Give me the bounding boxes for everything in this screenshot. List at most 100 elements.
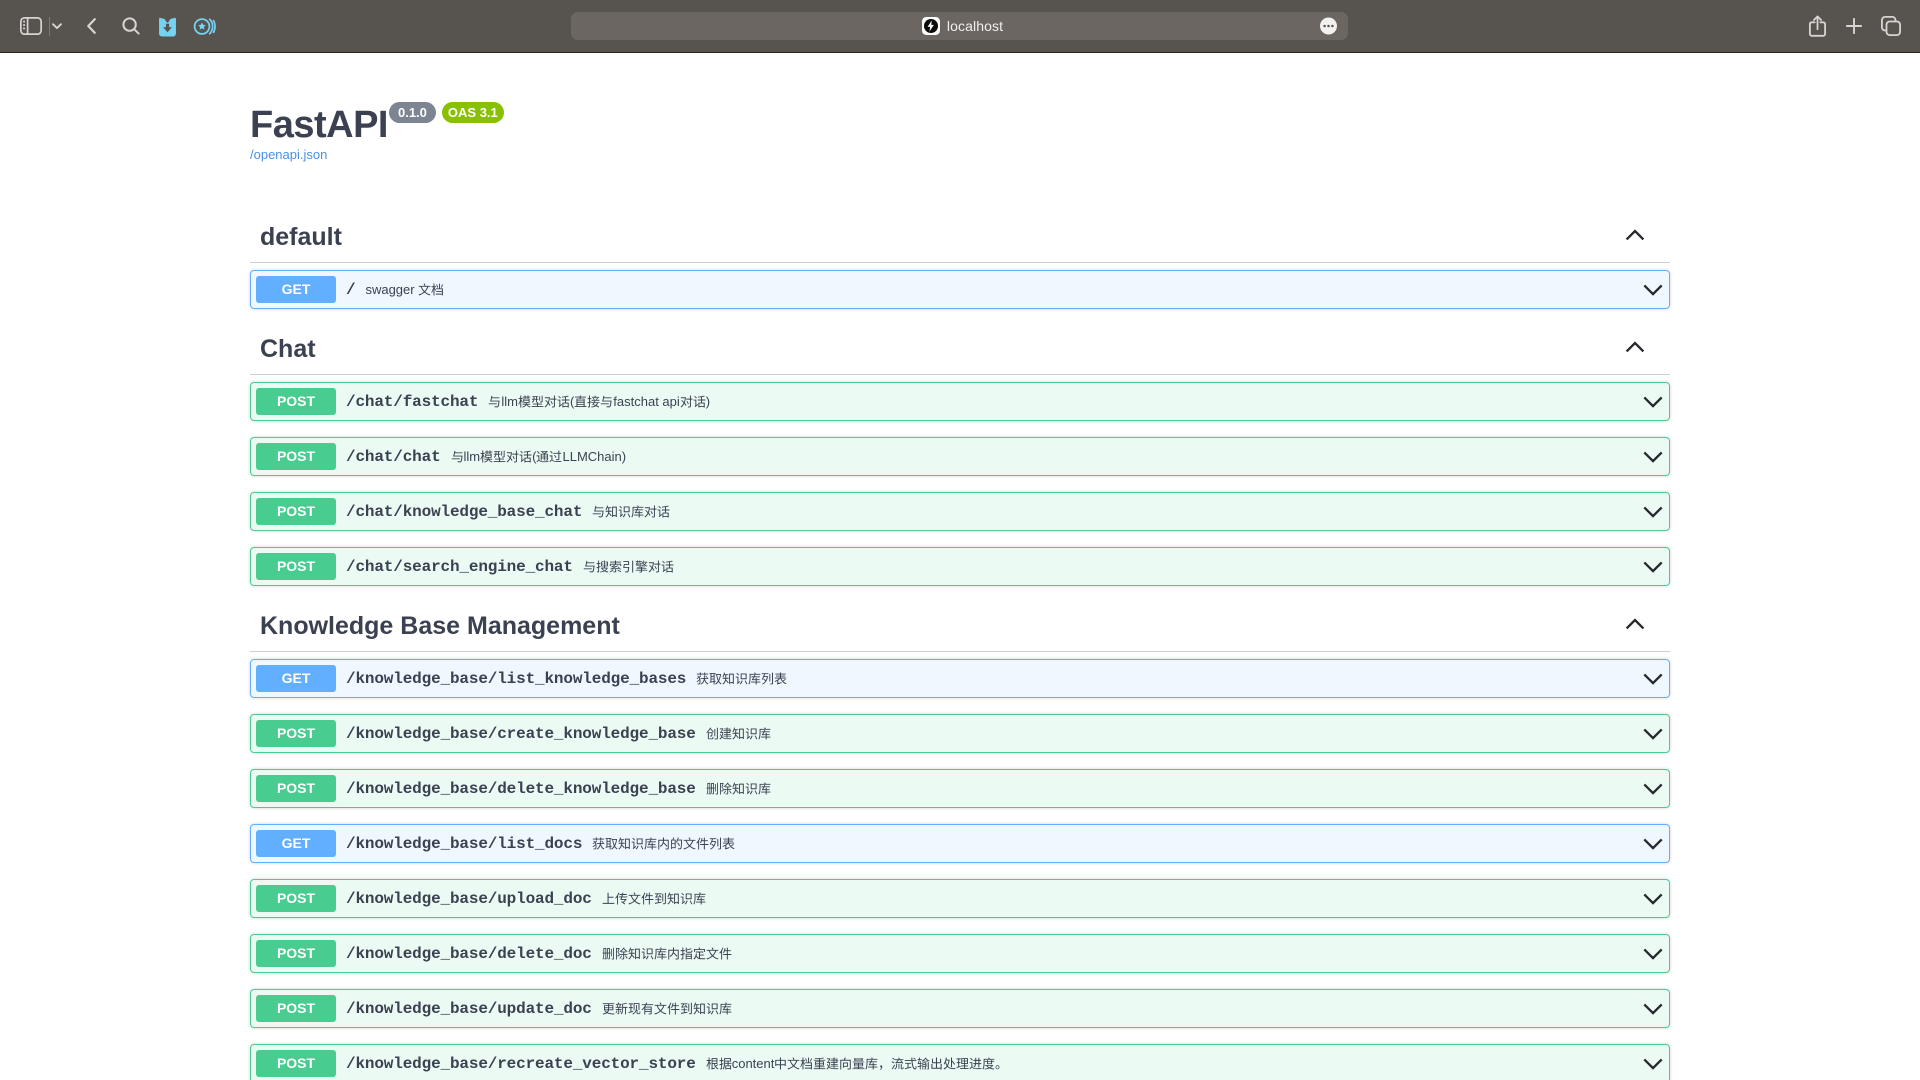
back-button[interactable] xyxy=(76,11,106,41)
expand-operation-icon[interactable] xyxy=(1643,724,1663,744)
method-badge: POST xyxy=(256,995,336,1022)
toolbar-dropdown-button[interactable] xyxy=(52,11,62,41)
tag-title: Chat xyxy=(260,335,1625,364)
operation-path: /knowledge_base/list_knowledge_bases xyxy=(336,670,696,688)
expand-operation-icon[interactable] xyxy=(1643,889,1663,909)
operation-path: /chat/knowledge_base_chat xyxy=(336,503,592,521)
page-menu-button[interactable] xyxy=(1320,18,1337,35)
extension-star-button[interactable] xyxy=(190,11,220,41)
operation-row[interactable]: POST /chat/knowledge_base_chat 与知识库对话 xyxy=(250,492,1670,531)
back-icon xyxy=(87,18,96,34)
method-badge: GET xyxy=(256,665,336,692)
method-badge: POST xyxy=(256,388,336,415)
description-text-run: fastchat api xyxy=(613,394,680,409)
description-cjk-run xyxy=(602,947,732,960)
share-button[interactable] xyxy=(1802,11,1832,41)
expand-operation-icon[interactable] xyxy=(1643,1054,1663,1074)
operation-row[interactable]: POST /chat/search_engine_chat 与搜索引擎对话 xyxy=(250,547,1670,586)
operation-description: swagger 文档swagger xyxy=(365,282,1643,297)
operation-path: /chat/chat xyxy=(336,448,451,466)
swagger-page: FastAPI 0.1.0 OAS 3.1 /openapi.json defa… xyxy=(0,53,1920,1080)
description-text-run: llm xyxy=(501,394,518,409)
description-text-run: swagger xyxy=(365,282,418,297)
description-cjk-run xyxy=(602,1002,732,1015)
operation-description: 获取知识库内的文件列表 xyxy=(592,836,1643,851)
description-cjk-run xyxy=(480,450,532,463)
tag-header[interactable]: default xyxy=(250,213,1670,263)
expand-operation-icon[interactable] xyxy=(1643,944,1663,964)
content-wrapper: FastAPI 0.1.0 OAS 3.1 /openapi.json defa… xyxy=(230,105,1690,1080)
collapse-tag-icon[interactable] xyxy=(1625,614,1645,634)
operation-description: 与搜索引擎对话 xyxy=(583,559,1643,574)
description-cjk-run xyxy=(418,283,444,296)
tag-title: Knowledge Base Management xyxy=(260,612,1625,641)
search-icon xyxy=(122,17,140,35)
title-group: FastAPI 0.1.0 OAS 3.1 xyxy=(250,105,1670,145)
description-cjk-run xyxy=(680,395,706,408)
operation-description: 与llm模型对话(通过LLMChain)llm(LLMChain) xyxy=(451,449,1643,464)
operation-description: 与llm模型对话(直接与fastchat api对话)llm(fastchat … xyxy=(488,394,1643,409)
description-cjk-run xyxy=(451,450,464,463)
toolbar-divider xyxy=(49,17,50,36)
tag-header[interactable]: Knowledge Base Management xyxy=(250,602,1670,652)
toolbar-left-group xyxy=(0,0,220,52)
expand-operation-icon[interactable] xyxy=(1643,834,1663,854)
address-bar[interactable]: localhost xyxy=(571,12,1348,40)
operation-path: /knowledge_base/delete_knowledge_base xyxy=(336,780,706,798)
tag-section: Knowledge Base Management GET /knowledge… xyxy=(250,602,1670,1080)
operation-description: 根据content中文档重建向量库，流式输出处理进度。content xyxy=(706,1056,1643,1071)
description-cjk-run xyxy=(592,837,735,850)
description-cjk-run xyxy=(706,727,771,740)
description-cjk-run xyxy=(774,1057,1008,1070)
method-badge: POST xyxy=(256,1050,336,1077)
operation-row[interactable]: POST /knowledge_base/recreate_vector_sto… xyxy=(250,1044,1670,1080)
address-bar-content: localhost xyxy=(922,17,1003,35)
expand-operation-icon[interactable] xyxy=(1643,557,1663,577)
operation-description: 上传文件到知识库 xyxy=(602,891,1643,906)
tag-sections: default GET / swagger 文档swagger Chat POS… xyxy=(250,213,1670,1080)
operation-description: 创建知识库 xyxy=(706,726,1643,741)
share-icon xyxy=(1809,15,1826,37)
operation-row[interactable]: GET / swagger 文档swagger xyxy=(250,270,1670,309)
operation-row[interactable]: POST /chat/chat 与llm模型对话(通过LLMChain)llm(… xyxy=(250,437,1670,476)
operation-path: /knowledge_base/update_doc xyxy=(336,1000,602,1018)
operation-row[interactable]: POST /knowledge_base/upload_doc 上传文件到知识库 xyxy=(250,879,1670,918)
description-text-run: content xyxy=(732,1056,775,1071)
operation-row[interactable]: POST /knowledge_base/delete_knowledge_ba… xyxy=(250,769,1670,808)
expand-operation-icon[interactable] xyxy=(1643,447,1663,467)
toolbar-chevron-down-icon xyxy=(52,23,62,30)
tag-header[interactable]: Chat xyxy=(250,325,1670,375)
search-button[interactable] xyxy=(116,11,146,41)
address-bar-url: localhost xyxy=(947,18,1003,34)
description-cjk-run xyxy=(518,395,570,408)
description-cjk-run xyxy=(696,672,787,685)
new-tab-button[interactable] xyxy=(1839,11,1869,41)
tag-title: default xyxy=(260,223,1625,252)
openapi-spec-link[interactable]: /openapi.json xyxy=(250,147,327,162)
expand-operation-icon[interactable] xyxy=(1643,999,1663,1019)
expand-operation-icon[interactable] xyxy=(1643,392,1663,412)
operation-row[interactable]: POST /chat/fastchat 与llm模型对话(直接与fastchat… xyxy=(250,382,1670,421)
expand-operation-icon[interactable] xyxy=(1643,779,1663,799)
operation-row[interactable]: POST /knowledge_base/delete_doc 删除知识库内指定… xyxy=(250,934,1670,973)
expand-operation-icon[interactable] xyxy=(1643,669,1663,689)
operation-description: 删除知识库内指定文件 xyxy=(602,946,1643,961)
description-text-run: LLMChain) xyxy=(562,449,626,464)
method-badge: POST xyxy=(256,498,336,525)
operation-row[interactable]: GET /knowledge_base/list_knowledge_bases… xyxy=(250,659,1670,698)
extension-bookmark-button[interactable] xyxy=(152,11,182,41)
sidebar-toggle-button[interactable] xyxy=(15,11,47,41)
collapse-tag-icon[interactable] xyxy=(1625,337,1645,357)
operation-row[interactable]: GET /knowledge_base/list_docs 获取知识库内的文件列… xyxy=(250,824,1670,863)
oas-badge: OAS 3.1 xyxy=(442,102,504,123)
expand-operation-icon[interactable] xyxy=(1643,280,1663,300)
title-badges: 0.1.0 OAS 3.1 xyxy=(389,102,504,123)
description-cjk-run xyxy=(602,892,706,905)
operation-row[interactable]: POST /knowledge_base/create_knowledge_ba… xyxy=(250,714,1670,753)
collapse-tag-icon[interactable] xyxy=(1625,225,1645,245)
tab-overview-button[interactable] xyxy=(1876,11,1906,41)
operation-row[interactable]: POST /knowledge_base/update_doc 更新现有文件到知… xyxy=(250,989,1670,1028)
description-cjk-run xyxy=(574,395,613,408)
expand-operation-icon[interactable] xyxy=(1643,502,1663,522)
ellipsis-icon xyxy=(1320,18,1337,35)
